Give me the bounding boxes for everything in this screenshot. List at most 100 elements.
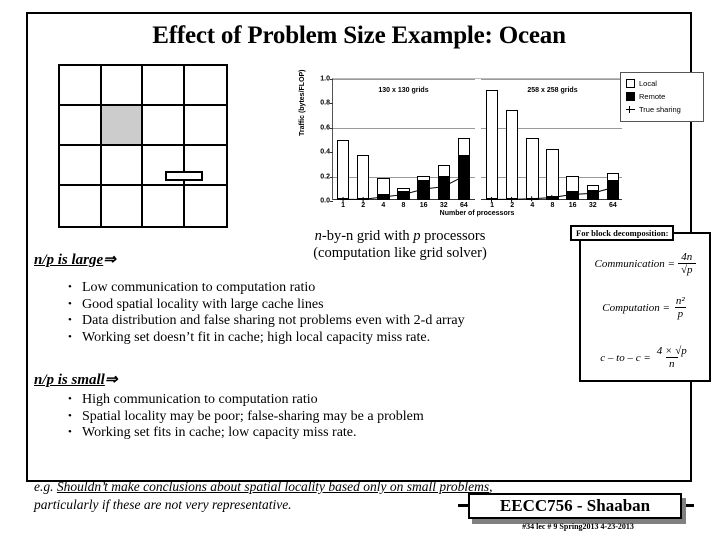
formula-communication: Communication = 4n √p [581,252,709,276]
fraction: 4 × √p n [654,345,690,371]
chart-x-tick-label: 16 [419,202,428,209]
chart-bar-remote-segment [417,180,430,200]
chart-bar-remote-segment [377,193,390,200]
chart-bar-remote-segment [606,179,620,200]
chart-bar-remote-segment [397,190,410,200]
chart-bar [485,89,499,200]
grid-cell [143,186,185,226]
chart-bar [457,138,471,200]
chart-bar [336,140,350,200]
chart-x-tick-label: 64 [609,202,617,209]
chart-bar-remote-segment [526,198,539,200]
chart-x-tick-label: 16 [568,202,577,209]
list-item: High communication to computation ratio [68,391,424,409]
page-title: Effect of Problem Size Example: Ocean [152,22,566,49]
legend-item-true-sharing: True sharing [626,103,703,116]
grid-cell [60,186,102,226]
list-item: Working set doesn’t fit in cache; high l… [68,329,465,347]
chart-bar-remote-segment [546,195,559,200]
grid-cell [60,106,102,146]
chart-y-tick-label: 1.0 [320,75,330,83]
grid-cell [143,66,185,106]
cache-line-marker [165,171,203,181]
chart-bar-remote-segment [356,198,370,200]
chart-x-tick-label: 32 [588,202,597,209]
footer-subline: #34 lec # 9 Spring2013 4-23-2013 [522,522,634,531]
chart-y-axis-label: Traffic (bytes/FLOP) [299,69,306,136]
formula-c-to-c-lhs: c – to – c = [600,352,651,364]
legend-label: True sharing [639,105,681,114]
chart-panel-title: 130 x 130 grids [378,87,429,94]
grid-decomposition-diagram [58,64,228,228]
formula-computation: Computation = n² p [581,296,709,320]
chart-panel-separator [475,79,481,200]
chart-x-tick-label: 8 [401,202,406,209]
fraction-denominator: p [674,307,687,320]
formula-box: Communication = 4n √p Computation = n² p… [579,232,711,382]
chart-x-tick-label: 2 [510,202,515,209]
chart-bar [417,175,430,200]
chart-bar-remote-segment [505,198,519,200]
fraction-numerator: n² [675,295,685,307]
chart-x-tick-label: 4 [530,202,535,209]
chart-bar-remote-segment [566,191,579,200]
chart-bar [526,138,539,200]
chart-y-tick-mark [330,201,333,202]
heading-np-small: n/p is small⇒ [34,370,117,389]
grid-caption-line1: n-by-n grid with p processors [314,228,486,244]
grid-cell [185,186,227,226]
chart-bar [566,176,579,200]
chart-x-tick-label: 1 [490,202,495,209]
chart-y-tick-label: 0.6 [320,124,330,132]
chart-x-tick-label: 64 [460,202,468,209]
chart-bar [397,187,410,200]
grid-cell [101,66,143,106]
chart-bar [505,110,519,200]
chart-x-axis-label: Number of processors [439,210,515,217]
local-swatch-icon [626,79,635,88]
chart-bar-remote-segment [457,155,471,200]
chart-x-tick-label: 4 [381,202,386,209]
fraction-numerator: 4 × √p [656,345,687,357]
chart-x-tick-label: 1 [341,202,346,209]
example-note: e.g. Shouldn’t make conclusions about sp… [34,478,504,514]
grid-cell [101,146,143,186]
arrow-icon: ⇒ [103,252,116,268]
chart-legend: Local Remote True sharing [620,72,704,122]
fraction-denominator: √p [677,263,696,276]
chart-y-tick-label: 0.2 [320,173,330,181]
formula-communication-lhs: Communication = [594,258,675,270]
fraction-denominator: n [666,357,678,370]
list-item: Low communication to computation ratio [68,279,465,297]
formula-computation-lhs: Computation = [602,302,670,314]
chart-plot-area: 0.0 0.2 0.4 0.6 0.8 1.0 130 x 130 grids 1 2 4 8 16 3… [320,76,622,209]
formula-box-title: For block decomposition: [570,225,675,241]
heading-np-small-text: n/p is small [34,372,105,388]
chart-bar [606,172,620,200]
legend-label: Local [639,79,657,88]
formula-c-to-c: c – to – c = 4 × √p n [581,345,709,371]
fraction: 4n √p [677,252,696,276]
chart-x-tick-label: 32 [439,202,448,209]
chart-bar [377,178,390,200]
chart-bar-remote-segment [437,175,451,200]
bullet-list-np-large: Low communication to computation ratio G… [68,279,465,347]
chart-x-tick-label: 2 [361,202,366,209]
example-note-prefix: e.g. [34,479,57,494]
grid-caption: n-by-n grid with p processors (computati… [250,228,550,262]
chart-bar [546,149,559,200]
chart-bar [586,185,600,200]
bullet-list-np-small: High communication to computation ratio … [68,391,424,442]
chart-panel-title: 258 x 258 grids [527,87,578,94]
chart-y-tick-label: 0.4 [320,148,330,156]
chart-bar-remote-segment [336,198,350,200]
grid-cell [60,146,102,186]
fraction: n² p [673,296,688,320]
legend-label: Remote [639,92,666,101]
list-item: Good spatial locality with large cache l… [68,296,465,314]
chart-bar [356,154,370,200]
list-item: Spatial locality may be poor; false-shar… [68,408,424,426]
chart-x-tick-label: 8 [550,202,555,209]
grid-cell [184,106,226,146]
chart-bar [437,165,451,200]
